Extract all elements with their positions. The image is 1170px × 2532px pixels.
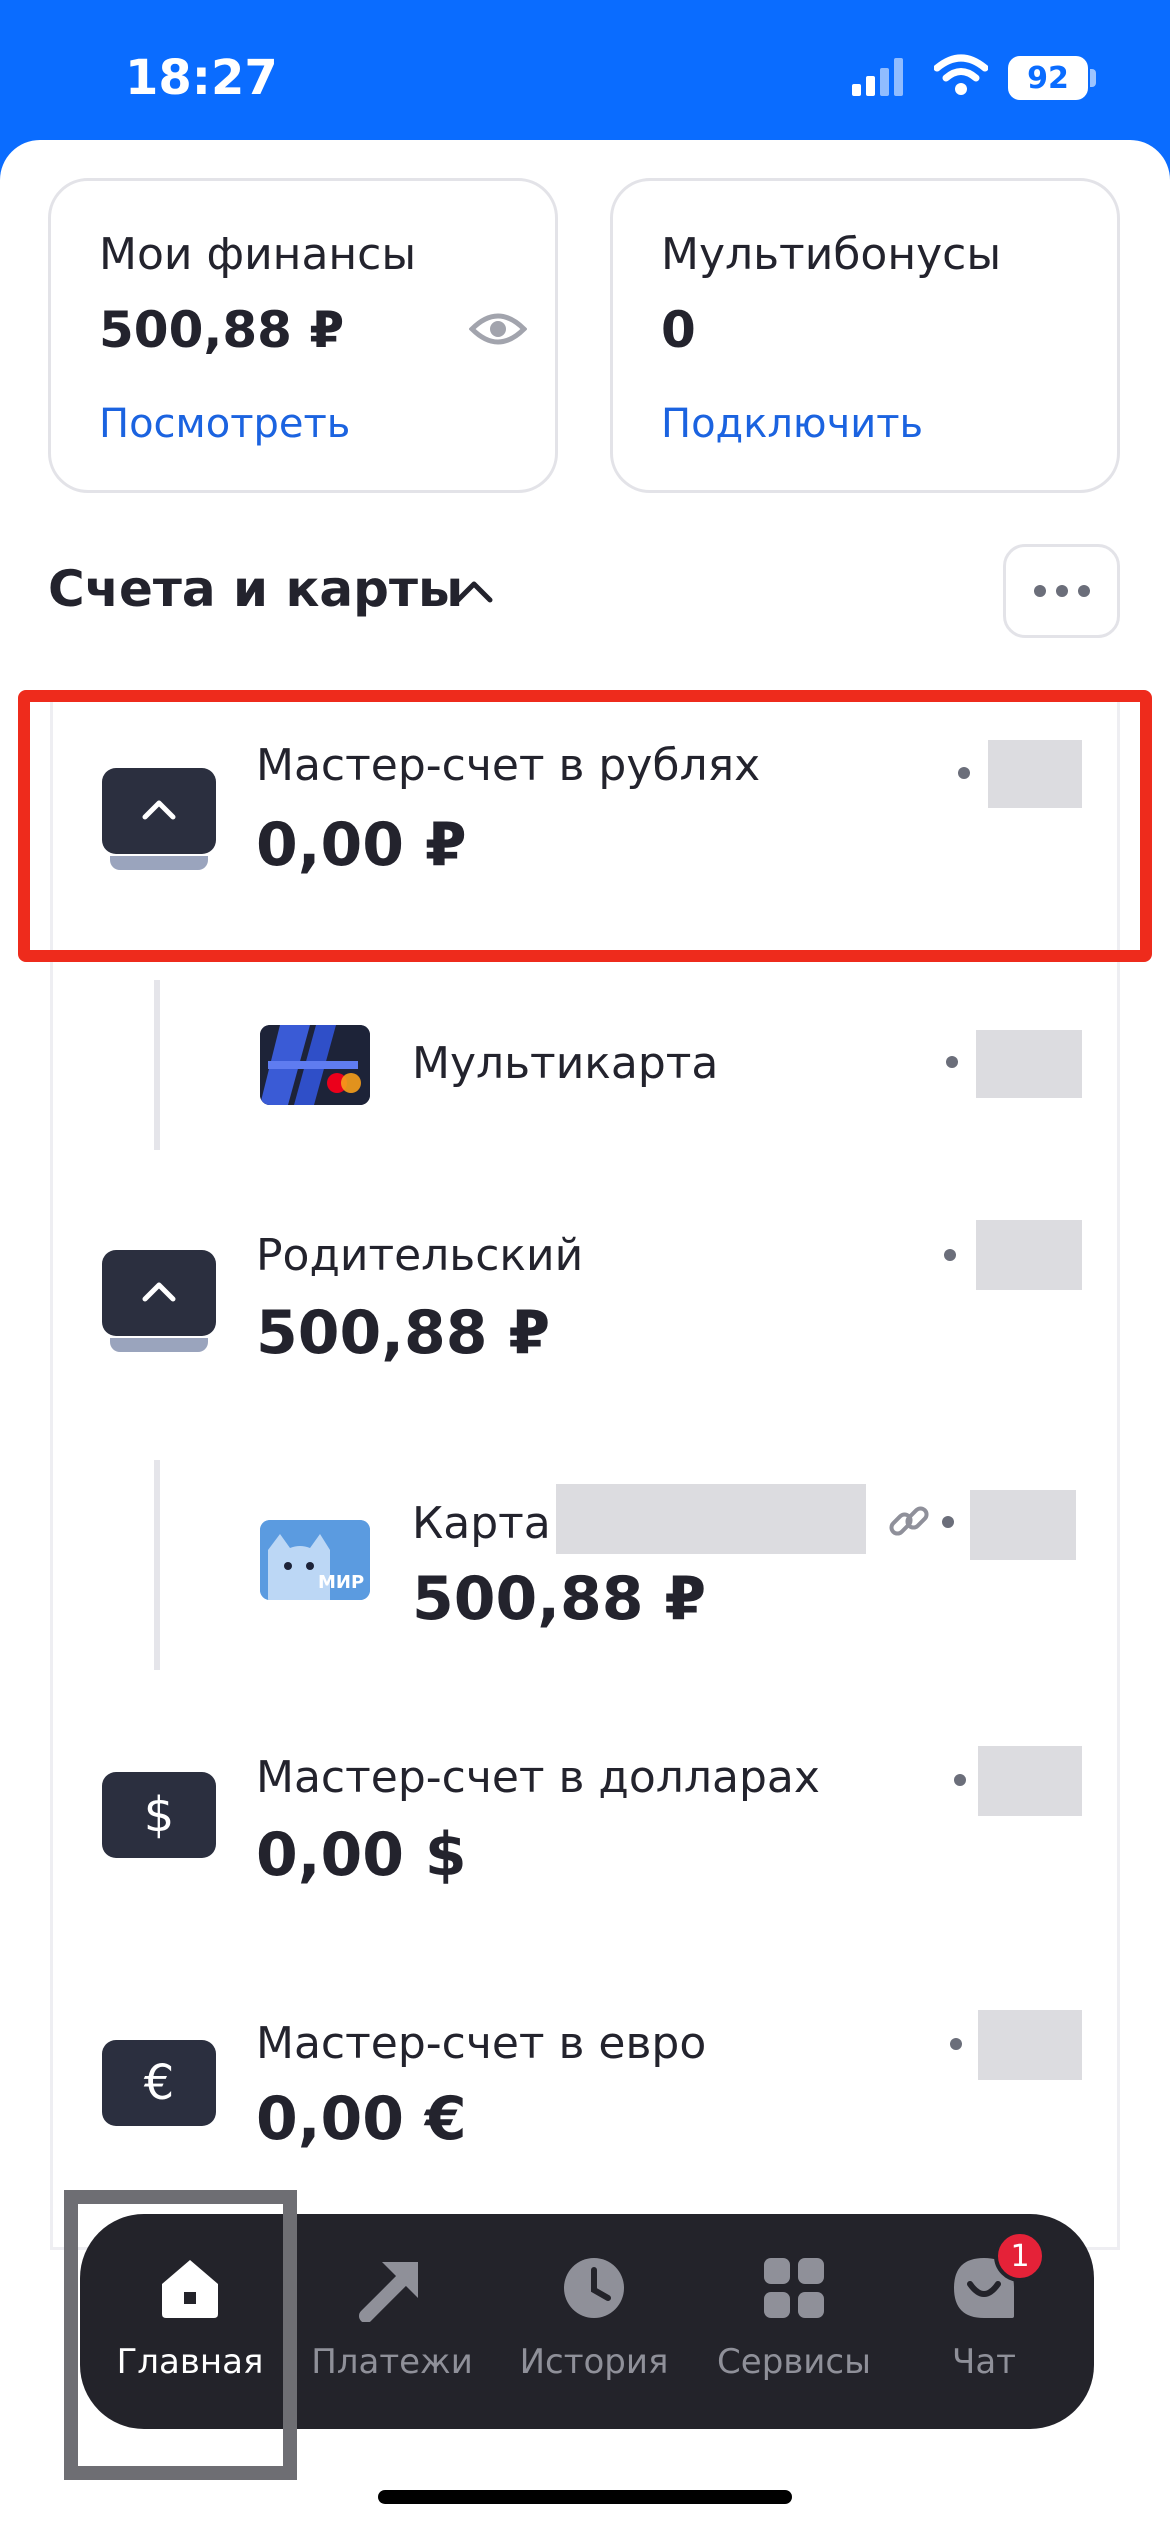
account-name: Родительский [256, 1230, 584, 1281]
multibonus-value: 0 [661, 301, 696, 359]
account-name: Мастер-счет в евро [256, 2018, 707, 2069]
euro-icon: € [102, 2040, 216, 2126]
card-amount: 500,88 ₽ [412, 1564, 707, 1634]
tab-label: Платежи [311, 2342, 473, 2382]
signal-icon [852, 58, 903, 96]
mask-dot [946, 1056, 958, 1068]
account-amount: 0,00 $ [256, 1820, 467, 1890]
home-indicator [378, 2490, 792, 2504]
tab-label: История [519, 2342, 669, 2382]
tab-label: Чат [952, 2342, 1016, 2382]
dollar-icon: $ [102, 1772, 216, 1858]
arrow-icon [359, 2262, 418, 2322]
account-row-parental[interactable]: Родительский 500,88 ₽ [50, 1180, 1120, 1410]
account-collapse-icon[interactable] [102, 1250, 216, 1352]
status-bar: 18:27 92 [0, 0, 1170, 150]
account-number-mask [978, 2010, 1082, 2080]
chat-badge: 1 [994, 2230, 1046, 2282]
mask-dot [950, 2038, 962, 2050]
my-finances-value: 500,88 ₽ [99, 301, 345, 359]
svg-text:MИР: MИР [318, 1572, 364, 1593]
connect-multibonus-link[interactable]: Подключить [661, 401, 923, 447]
mask-dot [954, 1774, 966, 1786]
chevron-up-icon [142, 1282, 176, 1302]
eye-icon[interactable] [469, 309, 527, 349]
status-time: 18:27 [125, 50, 278, 106]
card-name: Мультикарта [412, 1038, 719, 1089]
account-amount: 0,00 € [256, 2084, 467, 2154]
tab-history[interactable]: История [494, 2214, 694, 2429]
card-name-mask [556, 1484, 866, 1554]
accounts-section-title[interactable]: Счета и карты [48, 560, 463, 618]
account-row-eur[interactable]: € Мастер-счет в евро 0,00 € [50, 1980, 1120, 2210]
multibonus-title: Мультибонусы [661, 229, 1002, 280]
mask-dot [944, 1249, 956, 1261]
card-name: Карта [412, 1498, 551, 1549]
tab-chat[interactable]: Чат [884, 2214, 1084, 2429]
battery-tip [1090, 69, 1096, 87]
card-row-multicard[interactable]: Мультикарта [50, 980, 1120, 1150]
my-finances-card[interactable]: Мои финансы 500,88 ₽ Посмотреть [48, 178, 558, 493]
clock-icon [564, 2258, 624, 2318]
card-row-mir[interactable]: MИР Карта 500,88 ₽ [50, 1460, 1120, 1670]
card-number-mask [970, 1490, 1076, 1560]
chevron-up-icon[interactable] [452, 570, 496, 614]
focus-frame [64, 2190, 297, 2480]
account-number-mask [976, 1220, 1082, 1290]
view-finances-link[interactable]: Посмотреть [99, 401, 350, 447]
tab-label: Сервисы [717, 2342, 871, 2382]
multibonus-card[interactable]: Мультибонусы 0 Подключить [610, 178, 1120, 493]
tab-services[interactable]: Сервисы [694, 2214, 894, 2429]
more-dot-icon [1077, 585, 1090, 597]
mir-card-icon: MИР [260, 1520, 370, 1600]
account-amount: 500,88 ₽ [256, 1298, 551, 1368]
more-options-button[interactable] [1003, 544, 1120, 638]
card-number-mask [976, 1030, 1082, 1098]
my-finances-title: Мои финансы [99, 229, 417, 280]
highlight-frame [18, 690, 1152, 962]
account-name: Мастер-счет в долларах [256, 1752, 820, 1803]
battery-indicator: 92 [1008, 56, 1088, 100]
link-icon[interactable] [886, 1498, 932, 1544]
account-row-usd[interactable]: $ Мастер-счет в долларах 0,00 $ [50, 1710, 1120, 1940]
wifi-icon [934, 54, 988, 95]
card-icon [260, 1025, 370, 1105]
tab-payments[interactable]: Платежи [292, 2214, 492, 2429]
grid-icon [764, 2258, 824, 2318]
more-dot-icon [1055, 585, 1068, 597]
more-dot-icon [1033, 585, 1046, 597]
mask-dot [942, 1516, 954, 1528]
account-number-mask [978, 1746, 1082, 1816]
